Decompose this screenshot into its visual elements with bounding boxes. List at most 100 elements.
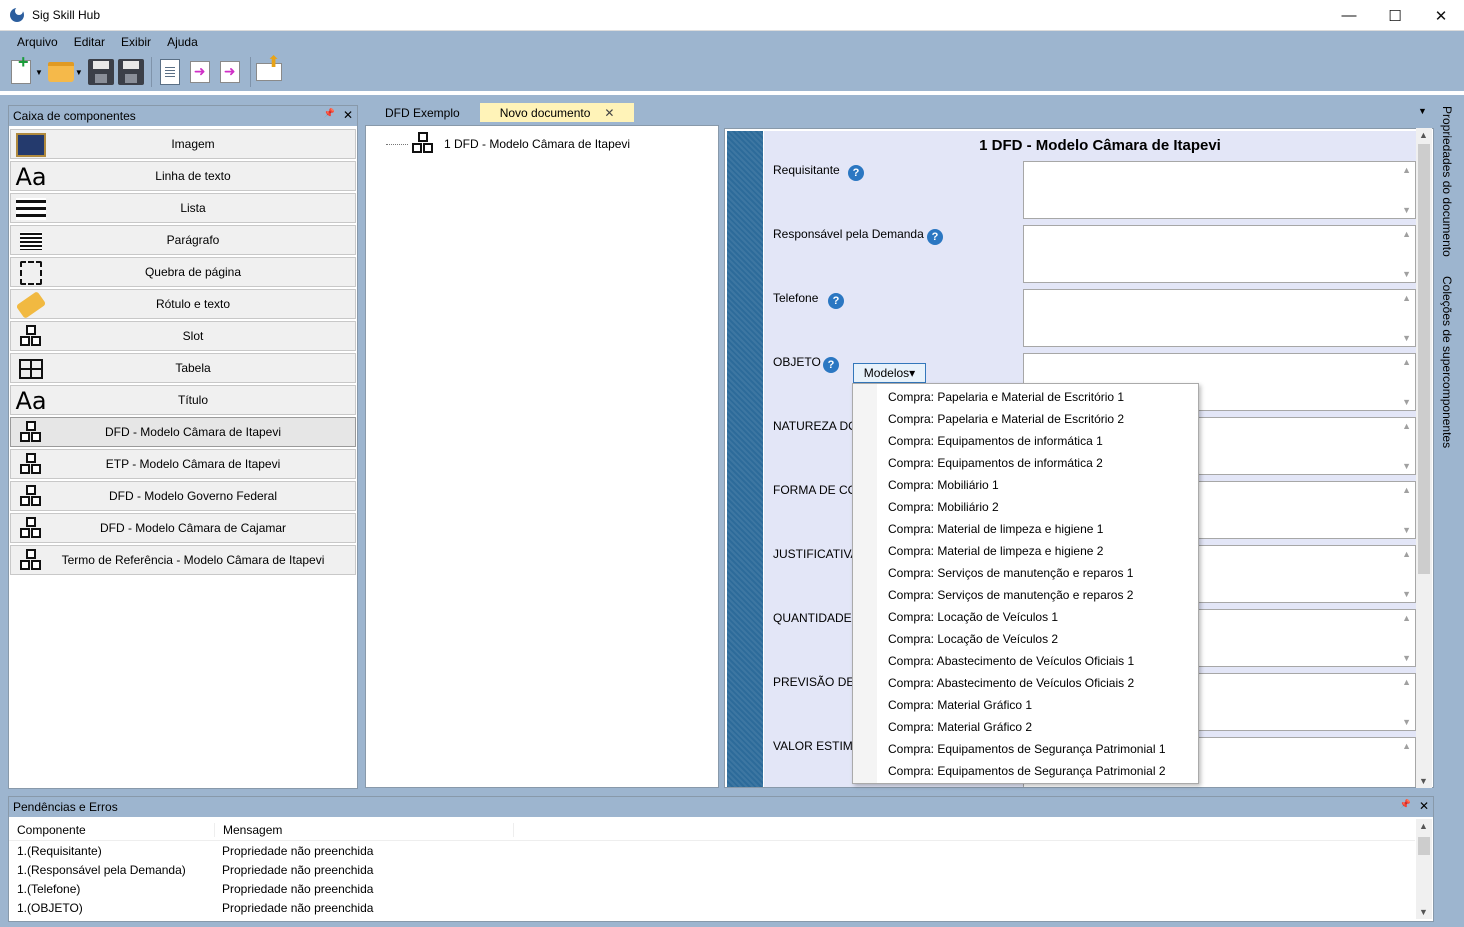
tab-colecoes-supercomponentes[interactable]: Coleções de supercomponentes — [1440, 276, 1454, 448]
component-item-etp-itapevi[interactable]: ETP - Modelo Câmara de Itapevi — [10, 449, 356, 479]
dropdown-item[interactable]: Compra: Material de limpeza e higiene 2 — [853, 540, 1198, 562]
scroll-up-icon[interactable]: ▲ — [1402, 165, 1411, 175]
pin-icon[interactable]: 📌 — [324, 108, 335, 122]
scroll-down-icon[interactable]: ▼ — [1402, 205, 1411, 215]
scroll-up-icon[interactable]: ▲ — [1419, 821, 1428, 831]
maximize-button[interactable]: ☐ — [1372, 0, 1418, 31]
scroll-up-icon[interactable]: ▲ — [1402, 613, 1411, 623]
column-header-mensagem[interactable]: Mensagem — [214, 822, 514, 837]
responsavel-field[interactable]: ▲ ▼ — [1023, 225, 1416, 283]
dropdown-item[interactable]: Compra: Material de limpeza e higiene 1 — [853, 518, 1198, 540]
tab-close-icon[interactable]: ✕ — [604, 106, 614, 120]
help-icon[interactable]: ? — [848, 165, 864, 181]
open-button[interactable] — [47, 56, 75, 88]
errors-scrollbar[interactable]: ▲ ▼ — [1416, 819, 1432, 919]
dropdown-item[interactable]: Compra: Equipamentos de informática 1 — [853, 430, 1198, 452]
dropdown-item[interactable]: Compra: Equipamentos de Segurança Patrim… — [853, 738, 1198, 760]
scrollbar-thumb[interactable] — [1418, 144, 1430, 574]
scroll-down-icon[interactable]: ▼ — [1402, 589, 1411, 599]
tab-dfd-exemplo[interactable]: DFD Exemplo — [365, 103, 480, 123]
help-icon[interactable]: ? — [927, 229, 943, 245]
table-row[interactable]: 1.(OBJETO) Propriedade não preenchida — [9, 898, 1415, 917]
dropdown-item[interactable]: Compra: Mobiliário 1 — [853, 474, 1198, 496]
tab-novo-documento[interactable]: Novo documento ✕ — [479, 103, 635, 123]
scroll-up-icon[interactable]: ▲ — [1402, 293, 1411, 303]
scroll-up-icon[interactable]: ▲ — [1402, 357, 1411, 367]
table-row[interactable]: 1.(Requisitante) Propriedade não preench… — [9, 841, 1415, 860]
requisitante-field[interactable]: ▲ ▼ — [1023, 161, 1416, 219]
dropdown-item[interactable]: Compra: Locação de Veículos 2 — [853, 628, 1198, 650]
component-item-lista[interactable]: Lista — [10, 193, 356, 223]
save-button[interactable] — [87, 56, 115, 88]
new-document-button[interactable] — [7, 52, 35, 88]
help-icon[interactable]: ? — [828, 293, 844, 309]
component-item-dfd-cajamar[interactable]: DFD - Modelo Câmara de Cajamar — [10, 513, 356, 543]
menu-exibir[interactable]: Exibir — [113, 31, 159, 53]
scroll-up-icon[interactable]: ▲ — [1402, 549, 1411, 559]
component-item-dfd-itapevi[interactable]: DFD - Modelo Câmara de Itapevi — [10, 417, 356, 447]
column-header-componente[interactable]: Componente — [9, 823, 214, 837]
dropdown-item[interactable]: Compra: Serviços de manutenção e reparos… — [853, 584, 1198, 606]
menu-ajuda[interactable]: Ajuda — [159, 31, 206, 53]
tree-item[interactable]: 1 DFD - Modelo Câmara de Itapevi — [386, 132, 630, 156]
help-icon[interactable]: ? — [823, 357, 839, 373]
scroll-up-icon[interactable]: ▲ — [1402, 677, 1411, 687]
dropdown-item[interactable]: Compra: Locação de Veículos 1 — [853, 606, 1198, 628]
open-dropdown-arrow-icon[interactable]: ▼ — [75, 68, 83, 77]
export-button[interactable] — [186, 56, 214, 88]
scroll-down-icon[interactable]: ▼ — [1402, 525, 1411, 535]
close-button[interactable]: ✕ — [1418, 0, 1464, 31]
clipboard-button[interactable] — [156, 56, 184, 88]
scroll-up-icon[interactable]: ▲ — [1402, 421, 1411, 431]
tab-propriedades-documento[interactable]: Propriedades do documento — [1440, 106, 1454, 257]
scroll-down-icon[interactable]: ▼ — [1419, 907, 1428, 917]
scroll-up-icon[interactable]: ▲ — [1402, 485, 1411, 495]
pin-icon[interactable]: 📌 — [1400, 799, 1411, 813]
export-pdf-button[interactable] — [216, 56, 244, 88]
scroll-up-icon[interactable]: ▲ — [1402, 229, 1411, 239]
component-item-dfd-governo-federal[interactable]: DFD - Modelo Governo Federal — [10, 481, 356, 511]
dropdown-item[interactable]: Compra: Abastecimento de Veículos Oficia… — [853, 650, 1198, 672]
close-icon[interactable]: ✕ — [1419, 799, 1429, 813]
scroll-up-icon[interactable]: ▲ — [1419, 130, 1428, 140]
component-item-quebra-de-pagina[interactable]: Quebra de página — [10, 257, 356, 287]
dropdown-item[interactable]: Compra: Material Gráfico 2 — [853, 716, 1198, 738]
dropdown-item[interactable]: Compra: Equipamentos de informática 2 — [853, 452, 1198, 474]
menu-editar[interactable]: Editar — [66, 31, 113, 53]
dropdown-item[interactable]: Compra: Abastecimento de Veículos Oficia… — [853, 672, 1198, 694]
scroll-down-icon[interactable]: ▼ — [1419, 776, 1428, 786]
modelos-button[interactable]: Modelos▾ — [853, 363, 926, 383]
editor-scrollbar[interactable]: ▲ ▼ — [1416, 128, 1432, 788]
scroll-down-icon[interactable]: ▼ — [1402, 717, 1411, 727]
menu-arquivo[interactable]: Arquivo — [9, 31, 66, 53]
component-item-tabela[interactable]: Tabela — [10, 353, 356, 383]
scroll-down-icon[interactable]: ▼ — [1402, 397, 1411, 407]
dropdown-item[interactable]: Compra: Papelaria e Material de Escritór… — [853, 408, 1198, 430]
dropdown-item[interactable]: Compra: Serviços de manutenção e reparos… — [853, 562, 1198, 584]
component-item-imagem[interactable]: Imagem — [10, 129, 356, 159]
component-item-rotulo-e-texto[interactable]: Rótulo e texto — [10, 289, 356, 320]
scroll-down-icon[interactable]: ▼ — [1402, 269, 1411, 279]
scroll-down-icon[interactable]: ▼ — [1402, 461, 1411, 471]
table-row[interactable]: 1.(Responsável pela Demanda) Propriedade… — [9, 860, 1415, 879]
new-dropdown-arrow-icon[interactable]: ▼ — [35, 68, 43, 77]
dropdown-item[interactable]: Compra: Mobiliário 2 — [853, 496, 1198, 518]
tabs-dropdown-icon[interactable]: ▼ — [1418, 106, 1427, 116]
dropdown-item[interactable]: Compra: Equipamentos de Segurança Patrim… — [853, 760, 1198, 782]
minimize-button[interactable]: — — [1326, 0, 1372, 31]
scroll-down-icon[interactable]: ▼ — [1402, 333, 1411, 343]
save-as-button[interactable] — [117, 56, 145, 88]
component-item-termo-referencia[interactable]: Termo de Referência - Modelo Câmara de I… — [10, 545, 356, 575]
scroll-down-icon[interactable]: ▼ — [1402, 653, 1411, 663]
dropdown-item[interactable]: Compra: Material Gráfico 1 — [853, 694, 1198, 716]
send-button[interactable] — [255, 52, 283, 88]
scroll-up-icon[interactable]: ▲ — [1402, 741, 1411, 751]
table-row[interactable]: 1.(Telefone) Propriedade não preenchida — [9, 879, 1415, 898]
dropdown-item[interactable]: Compra: Papelaria e Material de Escritór… — [853, 386, 1198, 408]
component-item-titulo[interactable]: Aa Título — [10, 385, 356, 415]
component-item-linha-de-texto[interactable]: Aa Linha de texto — [10, 161, 356, 191]
close-icon[interactable]: ✕ — [343, 108, 353, 122]
telefone-field[interactable]: ▲ ▼ — [1023, 289, 1416, 347]
component-item-slot[interactable]: Slot — [10, 321, 356, 351]
component-item-paragrafo[interactable]: Parágrafo — [10, 225, 356, 255]
